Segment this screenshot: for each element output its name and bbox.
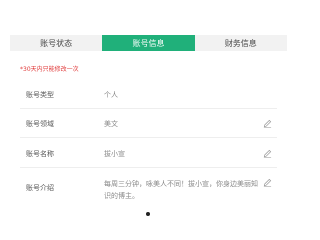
field-value: 每周三分钟，咏美人不同！拔小宣，你身边美丽知识的博主。 [104,180,258,200]
edit-limit-notice: *30天内只能修改一次 [20,66,79,73]
divider [20,137,277,138]
tab-account-info[interactable]: 账号信息 [102,35,195,51]
account-info-page: 账号状态 账号信息 财务信息 *30天内只能修改一次 账号类型 个人 账号领域 … [0,0,295,221]
field-label: 账号介绍 [26,184,54,192]
pencil-icon[interactable] [263,178,272,187]
field-label: 账号领域 [26,120,54,128]
pencil-icon[interactable] [263,149,272,158]
field-value: 个人 [104,91,118,99]
tab-account-status[interactable]: 账号状态 [10,35,102,51]
divider [20,108,277,109]
pencil-icon[interactable] [263,119,272,128]
field-value: 拔小宣 [104,150,125,158]
tab-financial-info[interactable]: 财务信息 [195,35,287,51]
field-label: 账号名称 [26,150,54,158]
field-value: 美文 [104,120,118,128]
divider [20,167,277,168]
field-label: 账号类型 [26,91,54,99]
page-indicator-dot [146,212,150,216]
tab-bar: 账号状态 账号信息 财务信息 [10,35,287,51]
